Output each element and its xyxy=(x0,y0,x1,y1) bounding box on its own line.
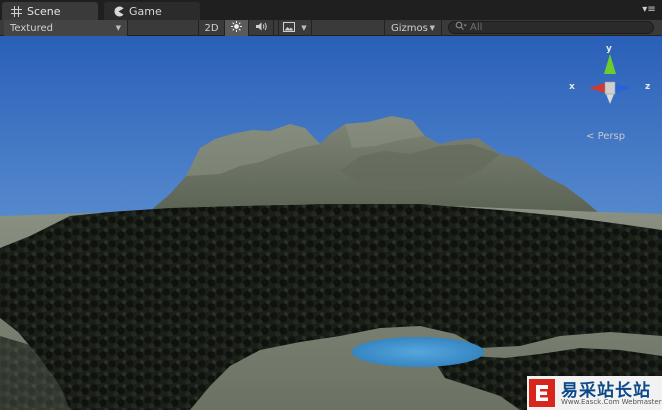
scene-search[interactable] xyxy=(448,21,654,34)
gizmo-center-cube[interactable] xyxy=(604,81,616,95)
pacman-icon xyxy=(112,5,124,17)
perspective-icon: < xyxy=(586,131,595,142)
search-input[interactable] xyxy=(470,22,640,33)
render-mode-dropdown[interactable]: Textured ▼ xyxy=(4,20,128,36)
axis-neg-y-cone[interactable] xyxy=(606,94,614,104)
scene-viewport[interactable]: y x z < Persp xyxy=(0,36,662,410)
tab-game[interactable]: Game xyxy=(104,2,200,20)
projection-toggle[interactable]: < Persp xyxy=(586,131,625,142)
scene-effects-dropdown[interactable]: ▼ xyxy=(278,20,312,36)
tab-menu-icon[interactable]: ▾≡ xyxy=(642,4,656,16)
watermark: 易采站长站 Www.Easck.Com Webmaster xyxy=(527,376,662,410)
axis-z-label: z xyxy=(645,82,651,92)
gizmos-label: Gizmos xyxy=(391,22,428,34)
tab-scene[interactable]: Scene xyxy=(2,2,98,20)
lake xyxy=(352,337,484,367)
toggle-2d-button[interactable]: 2D xyxy=(198,20,224,36)
dropdown-arrow-icon: ▼ xyxy=(429,24,435,32)
axis-y-cone[interactable] xyxy=(604,54,616,74)
speaker-icon xyxy=(255,21,268,35)
axis-y-label: y xyxy=(606,44,612,54)
projection-label: Persp xyxy=(597,131,626,142)
dropdown-arrow-icon: ▼ xyxy=(301,24,307,32)
unity-scene-window: Scene Game ▾≡ Textured ▼ 2D ▼ Gizmos ▼ A… xyxy=(0,0,662,410)
grid-icon xyxy=(10,5,22,17)
tab-game-label: Game xyxy=(129,4,162,18)
dropdown-arrow-icon: ▼ xyxy=(115,24,121,32)
tab-scene-label: Scene xyxy=(27,4,61,18)
render-mode-value: Textured xyxy=(10,22,53,34)
toggle-2d-label: 2D xyxy=(204,22,219,34)
scene-toolbar: Textured ▼ 2D ▼ Gizmos ▼ xyxy=(0,20,662,36)
scene-audio-button[interactable] xyxy=(248,20,274,36)
axis-x-label: x xyxy=(569,82,575,92)
gizmos-dropdown[interactable]: Gizmos ▼ xyxy=(384,20,442,36)
sun-icon xyxy=(231,21,242,35)
tab-bar: Scene Game ▾≡ xyxy=(0,0,662,20)
watermark-logo-icon xyxy=(529,379,555,407)
scene-lighting-button[interactable] xyxy=(224,20,248,36)
orientation-gizmo[interactable] xyxy=(575,44,645,114)
search-icon xyxy=(455,21,467,34)
image-effects-icon xyxy=(283,21,296,35)
watermark-subtitle: Www.Easck.Com Webmaster xyxy=(561,398,662,406)
scene-render xyxy=(0,36,662,410)
